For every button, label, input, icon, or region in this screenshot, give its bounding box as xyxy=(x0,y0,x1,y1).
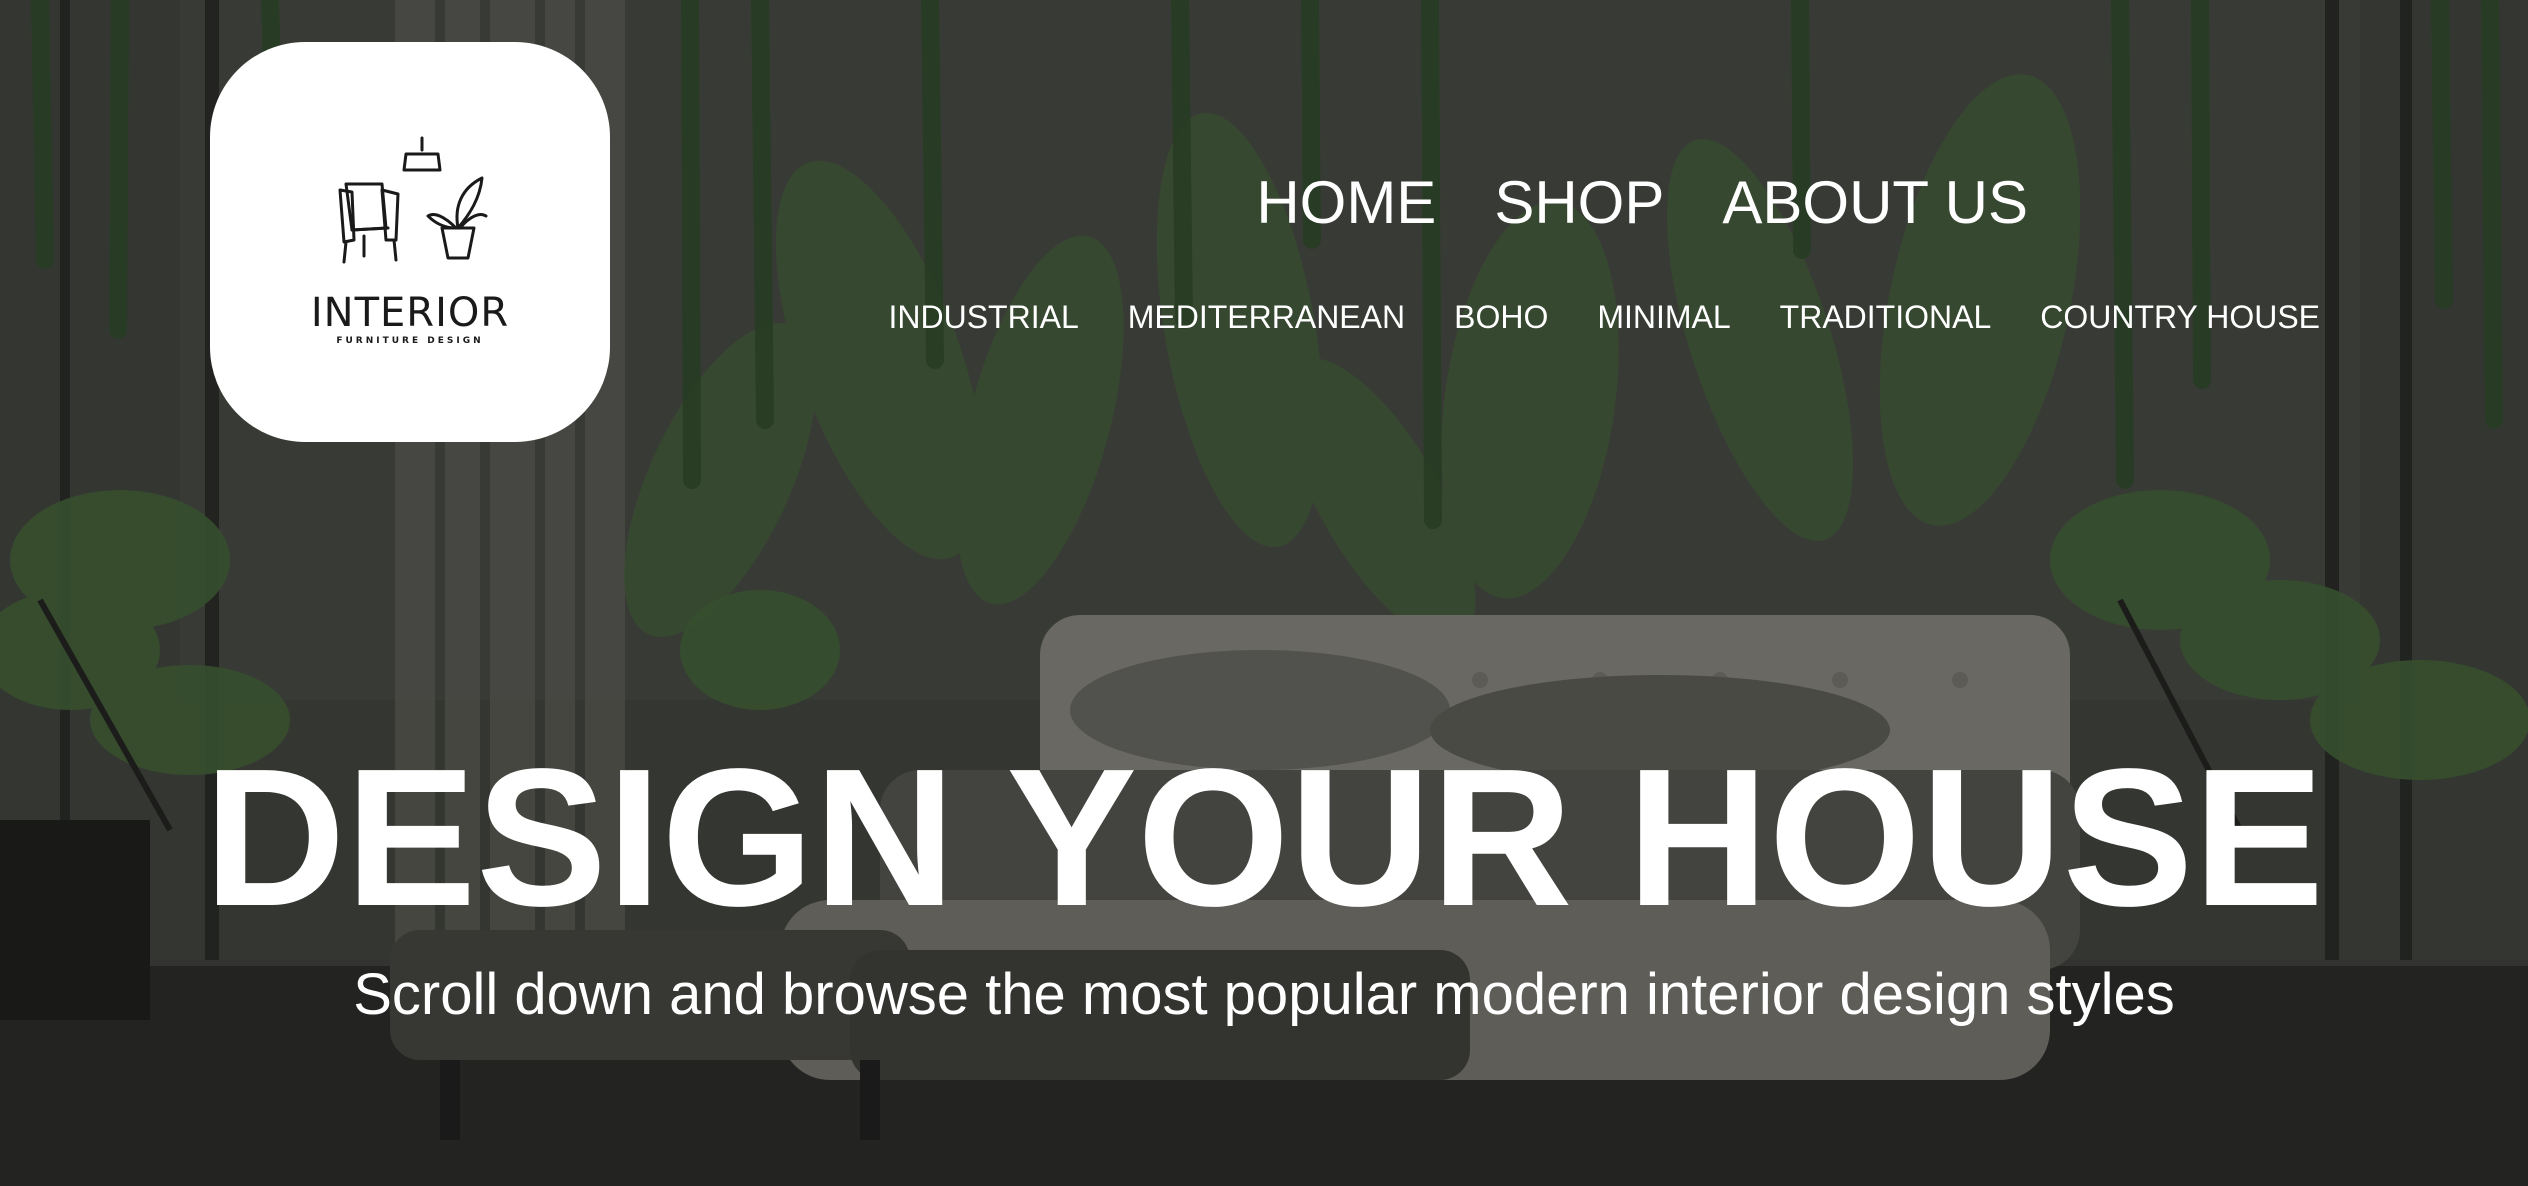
brand-tagline: FURNITURE DESIGN xyxy=(336,336,484,346)
style-country-house-link[interactable]: COUNTRY HOUSE xyxy=(2040,297,2320,337)
nav-about-us-link[interactable]: ABOUT US xyxy=(1722,168,2028,238)
brand-name: INTERIOR xyxy=(310,290,510,336)
style-industrial-link[interactable]: INDUSTRIAL xyxy=(888,297,1078,337)
nav-home-link[interactable]: HOME xyxy=(1256,168,1436,238)
armchair-lamp-plant-icon xyxy=(338,136,488,264)
brand-logo[interactable]: INTERIOR FURNITURE DESIGN xyxy=(210,42,610,442)
hero-subheadline: Scroll down and browse the most popular … xyxy=(353,962,2175,1027)
style-minimal-link[interactable]: MINIMAL xyxy=(1597,297,1730,337)
nav-shop-link[interactable]: SHOP xyxy=(1494,168,1664,238)
style-traditional-link[interactable]: TRADITIONAL xyxy=(1780,297,1992,337)
style-navigation: INDUSTRIAL MEDITERRANEAN BOHO MINIMAL TR… xyxy=(888,297,2320,337)
hero-section: INTERIOR FURNITURE DESIGN HOME SHOP ABOU… xyxy=(0,0,2528,1186)
hero-headline: DESIGN YOUR HOUSE xyxy=(203,728,2325,947)
style-boho-link[interactable]: BOHO xyxy=(1454,297,1548,337)
main-navigation: HOME SHOP ABOUT US xyxy=(1256,168,2028,238)
style-mediterranean-link[interactable]: MEDITERRANEAN xyxy=(1128,297,1405,337)
